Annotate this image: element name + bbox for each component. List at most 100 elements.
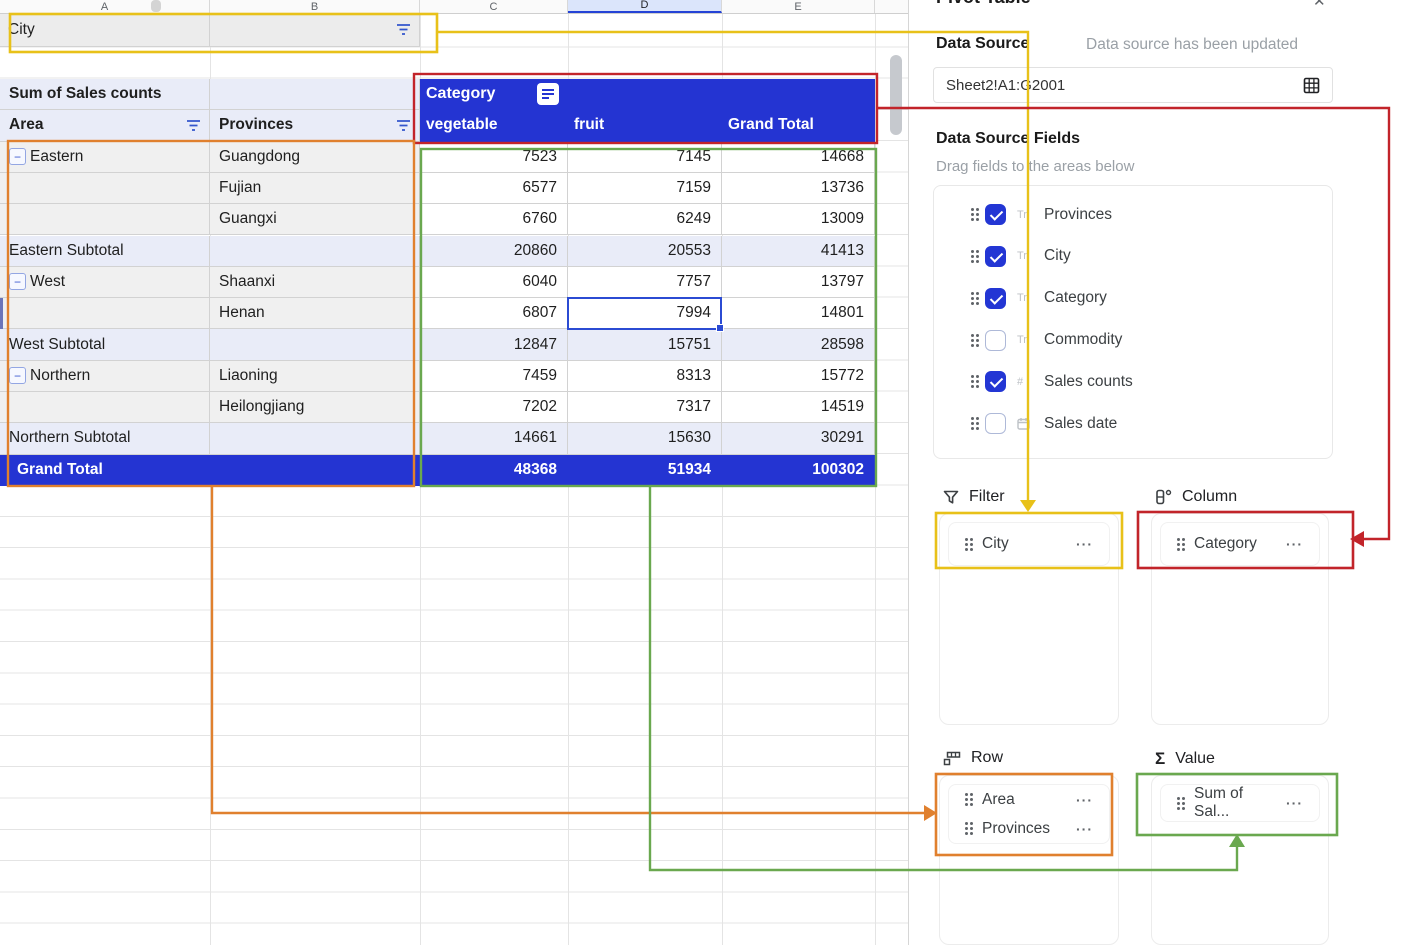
cell-subtotal-value[interactable]: 30291 [722,423,875,454]
column-header-d-selected[interactable]: D [568,0,722,13]
checkbox-unchecked[interactable] [985,330,1006,351]
cell-value[interactable]: 13009 [722,204,875,235]
cell-empty[interactable] [210,329,420,360]
cell-value[interactable]: 7159 [568,173,722,204]
select-range-icon[interactable] [1303,77,1320,94]
collapse-icon[interactable]: − [9,273,26,290]
chip-more-icon[interactable]: ··· [1076,792,1093,808]
cell-value[interactable]: 7459 [420,361,568,392]
cell-province-label[interactable]: Guangxi [210,204,420,235]
cell-column-label-vegetable[interactable]: vegetable [420,110,568,141]
cell-area-label[interactable]: −Eastern [0,142,210,173]
cell-empty[interactable] [210,455,420,486]
cell-subtotal-value[interactable]: 41413 [722,236,875,267]
cell-province-label[interactable]: Fujian [210,173,420,204]
drag-handle-icon[interactable] [1177,538,1180,541]
cell-empty[interactable] [210,79,420,111]
drag-handle-icon[interactable] [965,793,968,796]
cell-value[interactable]: 6040 [420,267,568,298]
chip-more-icon[interactable]: ··· [1076,821,1093,837]
cell-subtotal-label[interactable]: West Subtotal [0,329,210,360]
spreadsheet-grid[interactable]: A B C D E City Sum of Sales counts Categ… [0,0,908,945]
cell-province-label[interactable]: Shaanxi [210,267,420,298]
column-header-b[interactable]: B [210,0,420,13]
cell-provinces-field-header[interactable]: Provinces [210,110,420,141]
cell-province-label[interactable]: Liaoning [210,361,420,392]
cell-area-label[interactable]: −Northern [0,361,210,392]
cell-province-label[interactable]: Heilongjiang [210,392,420,423]
cell-page-filter-dropdown[interactable] [210,13,420,47]
cell-subtotal-value[interactable]: 15630 [568,423,722,454]
field-item-category[interactable]: Tr Category [934,277,1332,319]
drag-handle-icon[interactable] [971,375,974,378]
field-item-sales-date[interactable]: Sales date [934,403,1332,445]
cell-subtotal-value[interactable]: 28598 [722,329,875,360]
cell-grand-total-label[interactable]: Grand Total [0,455,210,486]
area-filter-icon[interactable] [185,119,202,132]
column-header-e[interactable]: E [722,0,875,13]
cell-value[interactable]: 7757 [568,267,722,298]
column-chip-category[interactable]: Category ··· [1161,523,1319,565]
close-icon[interactable]: ✕ [1313,0,1337,8]
cell-value[interactable]: 13736 [722,173,875,204]
cell-column-label-grand-total[interactable]: Grand Total [722,110,875,141]
cell-value[interactable]: 14801 [722,298,875,329]
field-item-sales-counts[interactable]: # Sales counts [934,361,1332,403]
cell-value[interactable]: 6577 [420,173,568,204]
cell-subtotal-label[interactable]: Eastern Subtotal [0,236,210,267]
column-header-c[interactable]: C [420,0,568,13]
column-header-a[interactable]: A [0,0,210,13]
cell-value[interactable]: 6249 [568,204,722,235]
drag-handle-icon[interactable] [971,334,974,337]
drag-handle-icon[interactable] [971,250,974,253]
cell-empty[interactable] [210,423,420,454]
drag-handle-icon[interactable] [971,292,974,295]
drag-handle-icon[interactable] [965,822,968,825]
cell-grand-total-value[interactable]: 100302 [722,455,875,486]
cell-value[interactable]: 15772 [722,361,875,392]
cell-value[interactable]: 14519 [722,392,875,423]
cell-area-label[interactable] [0,392,210,423]
cell-subtotal-value[interactable]: 12847 [420,329,568,360]
cell-category-field-header[interactable]: Category [420,79,875,111]
cell-province-label[interactable]: Guangdong [210,142,420,173]
filter-chip-city[interactable]: City ··· [949,523,1109,565]
cell-subtotal-value[interactable]: 15751 [568,329,722,360]
cell-subtotal-value[interactable]: 20553 [568,236,722,267]
cell-grand-total-value[interactable]: 51934 [568,455,722,486]
row-chip-provinces[interactable]: Provinces ··· [949,814,1109,843]
cell-value[interactable]: 8313 [568,361,722,392]
filter-dropzone[interactable]: City ··· [939,513,1119,725]
cell-value[interactable]: 6760 [420,204,568,235]
category-filter-button[interactable] [537,83,559,105]
field-item-city[interactable]: Tr City [934,236,1332,278]
cell-empty[interactable] [210,236,420,267]
checkbox-checked[interactable] [985,288,1006,309]
checkbox-checked[interactable] [985,246,1006,267]
drag-handle-icon[interactable] [971,417,974,420]
cell-value[interactable]: 6807 [420,298,568,329]
cell-area-label[interactable]: −West [0,267,210,298]
column-dropzone[interactable]: Category ··· [1151,513,1329,725]
filter-dropdown-icon[interactable] [395,23,412,36]
value-chip-sum-of-sales[interactable]: Sum of Sal... ··· [1161,785,1319,821]
checkbox-checked[interactable] [985,371,1006,392]
active-cell-selection[interactable] [567,297,722,330]
cell-area-label[interactable] [0,173,210,204]
sheet-vertical-scrollbar[interactable] [890,55,902,135]
cell-grand-total-value[interactable]: 48368 [420,455,568,486]
fill-handle[interactable] [716,324,724,332]
cell-area-label[interactable] [0,204,210,235]
collapse-icon[interactable]: − [9,367,26,384]
cell-value[interactable]: 7523 [420,142,568,173]
cell-value[interactable]: 7145 [568,142,722,173]
cell-column-label-fruit[interactable]: fruit [568,110,722,141]
chip-more-icon[interactable]: ··· [1286,795,1303,811]
cell-area-label[interactable] [0,298,210,329]
field-item-area[interactable]: Tr Area [934,185,1332,194]
cell-subtotal-label[interactable]: Northern Subtotal [0,423,210,454]
cell-value[interactable]: 7202 [420,392,568,423]
cell-value[interactable]: 14668 [722,142,875,173]
cell-page-filter-label[interactable]: City [0,13,210,47]
checkbox-checked[interactable] [985,204,1006,225]
